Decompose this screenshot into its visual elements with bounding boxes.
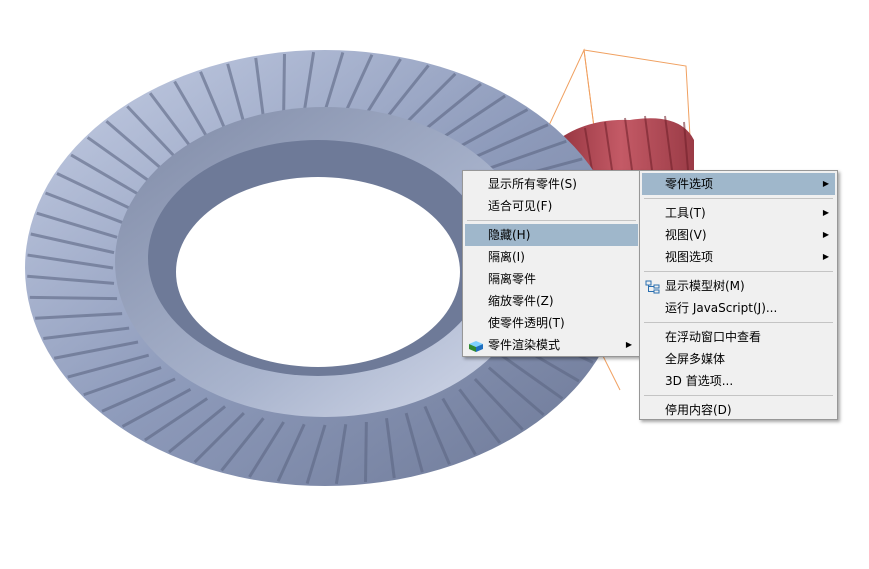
menu-item-label: 全屏多媒体: [665, 352, 726, 366]
menu-separator: [644, 322, 833, 323]
submenu-item-7[interactable]: 运行 JavaScript(J)...: [642, 297, 835, 319]
menu-item-label: 3D 首选项...: [665, 374, 734, 388]
context-menu-item-8[interactable]: 零件渲染模式 ▶: [465, 334, 638, 356]
submenu-item-6[interactable]: 显示模型树(M): [642, 275, 835, 297]
menu-item-label: 显示所有零件(S): [488, 177, 577, 191]
menu-item-label: 显示模型树(M): [665, 279, 745, 293]
menu-separator: [644, 271, 833, 272]
gear-tooth: [364, 421, 368, 483]
menu-item-label: 工具(T): [665, 206, 706, 220]
menu-item-label: 视图选项: [665, 250, 714, 264]
context-menu-item-1[interactable]: 适合可见(F): [465, 195, 638, 217]
menu-item-label: 隔离(I): [488, 250, 525, 264]
menu-item-label: 使零件透明(T): [488, 316, 565, 330]
model-tree-icon: [645, 279, 661, 294]
submenu-item-0[interactable]: 零件选项 ▶: [642, 173, 835, 195]
submenu-item-2[interactable]: 工具(T) ▶: [642, 202, 835, 224]
gear-tooth: [282, 53, 286, 115]
submenu-item-3[interactable]: 视图(V) ▶: [642, 224, 835, 246]
submenu-item-4[interactable]: 视图选项 ▶: [642, 246, 835, 268]
menu-item-label: 停用内容(D): [665, 403, 732, 417]
submenu-arrow-icon: ▶: [822, 230, 829, 239]
menu-separator: [644, 198, 833, 199]
menu-item-label: 零件选项: [665, 177, 714, 191]
submenu-arrow-icon: ▶: [822, 252, 829, 261]
submenu-item-11[interactable]: 3D 首选项...: [642, 370, 835, 392]
context-menu-item-5[interactable]: 隔离零件: [465, 268, 638, 290]
menu-separator: [644, 395, 833, 396]
menu-item-label: 隔离零件: [488, 272, 537, 286]
menu-item-label: 隐藏(H): [488, 228, 531, 242]
menu-item-label: 在浮动窗口中查看: [665, 330, 762, 344]
submenu-item-9[interactable]: 在浮动窗口中查看: [642, 326, 835, 348]
submenu-arrow-icon: ▶: [822, 179, 829, 188]
context-menu-item-0[interactable]: 显示所有零件(S): [465, 173, 638, 195]
menu-separator: [467, 220, 636, 221]
submenu-item-13[interactable]: 停用内容(D): [642, 399, 835, 421]
context-menu-item-4[interactable]: 隔离(I): [465, 246, 638, 268]
context-menu-item-6[interactable]: 缩放零件(Z): [465, 290, 638, 312]
menu-item-label: 零件渲染模式: [488, 338, 561, 352]
context-menu-item-3[interactable]: 隐藏(H): [465, 224, 638, 246]
render-mode-cube-icon: [468, 338, 484, 352]
submenu-arrow-icon: ▶: [822, 208, 829, 217]
menu-item-label: 运行 JavaScript(J)...: [665, 301, 778, 315]
menu-item-label: 适合可见(F): [488, 199, 553, 213]
gear-tooth: [29, 295, 118, 301]
context-menu: 显示所有零件(S) 适合可见(F) 隐藏(H) 隔离(I) 隔离零件缩放零件(Z) 使零件…: [462, 170, 641, 357]
menu-item-label: 缩放零件(Z): [488, 294, 554, 308]
context-menu-item-7[interactable]: 使零件透明(T): [465, 312, 638, 334]
context-submenu: 零件选项 ▶ 工具(T) ▶ 视图(V) ▶ 视图选项 ▶ 显示模型树(M) 运行 JavaScr…: [639, 170, 838, 420]
menu-item-label: 视图(V): [665, 228, 707, 242]
submenu-arrow-icon: ▶: [625, 340, 632, 349]
submenu-item-10[interactable]: 全屏多媒体: [642, 348, 835, 370]
